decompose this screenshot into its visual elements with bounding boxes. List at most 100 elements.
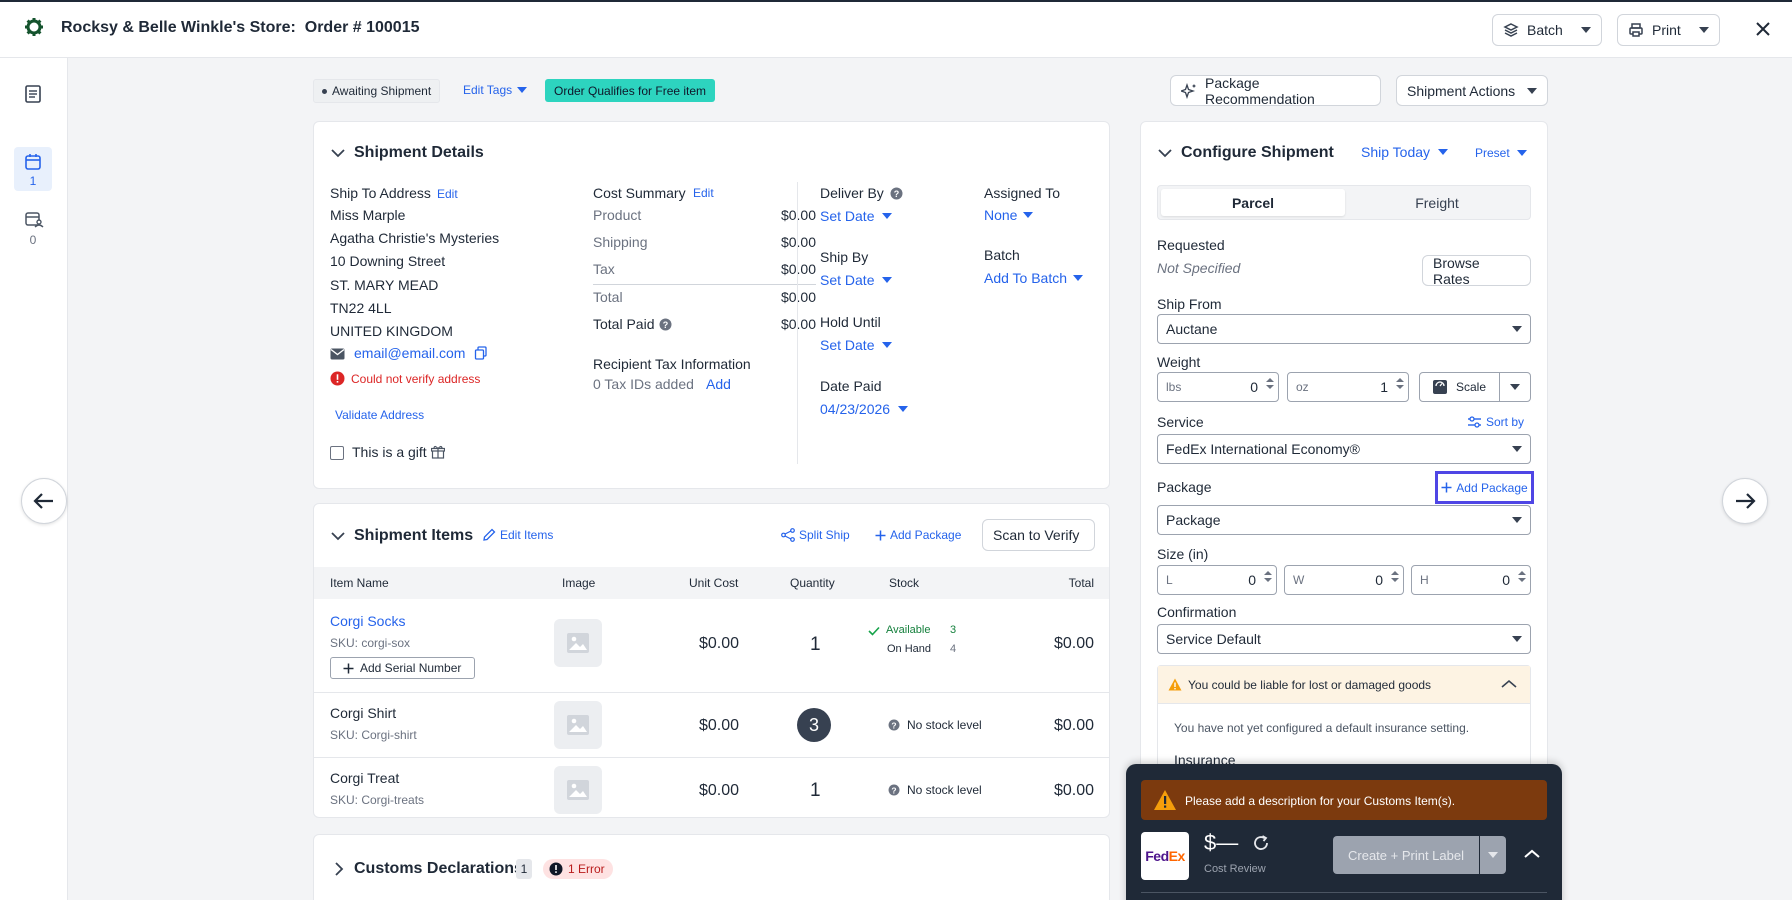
chevron-down-icon[interactable] [331,531,345,541]
chevron-down-icon [882,277,893,283]
item-name-link[interactable]: Corgi Socks [330,613,405,629]
length-input[interactable]: L 0 [1157,565,1277,595]
deliver-by-date-picker[interactable]: Set Date [820,208,893,224]
hold-until-date-picker[interactable]: Set Date [820,337,893,353]
add-package-items-button[interactable]: Add Package [875,528,961,542]
chevron-down-icon[interactable] [1158,148,1172,158]
shipment-actions-button[interactable]: Shipment Actions [1396,75,1548,106]
stepper-arrows[interactable] [1391,571,1399,582]
chevron-down-icon [1438,149,1449,155]
browse-rates-button[interactable]: Browse Rates [1422,254,1531,287]
date-paid-value: 04/23/2026 [820,401,891,417]
gift-checkbox[interactable] [330,446,344,460]
shipment-actions-label: Shipment Actions [1407,82,1516,99]
chevron-up-icon[interactable] [1501,679,1517,689]
next-order-button[interactable] [1722,478,1768,524]
stepper-arrows[interactable] [1266,378,1274,389]
page-title: Rocksy & Belle Winkle's Store: Order # 1… [61,19,420,36]
item-image [554,766,602,814]
preset-dropdown[interactable]: Preset [1475,146,1527,160]
edit-items-button[interactable]: Edit Items [482,528,553,542]
ship-today-dropdown[interactable]: Ship Today [1361,144,1449,160]
sidebar-item-user-calendar[interactable]: 0 [14,206,52,250]
previous-order-button[interactable] [21,478,67,524]
deliver-by-value: Set Date [820,208,875,224]
add-tax-id-link[interactable]: Add [706,376,731,392]
weight-oz-input[interactable]: oz 1 [1287,372,1409,402]
add-package-label: Add Package [890,528,962,542]
height-value: 0 [1502,572,1510,588]
validate-address-link[interactable]: Validate Address [335,408,424,422]
package-select[interactable]: Package [1157,505,1531,535]
error-count: 1 Error [568,862,605,876]
chevron-down-icon [517,87,528,93]
stepper-arrows[interactable] [1396,378,1404,389]
add-to-batch-dropdown[interactable]: Add To Batch [984,270,1084,286]
gear-icon[interactable] [24,17,44,37]
scale-label: Scale [1456,380,1487,394]
height-input[interactable]: H 0 [1411,565,1531,595]
tab-freight[interactable]: Freight [1345,189,1529,216]
document-icon[interactable] [24,84,42,104]
insurance-note: You have not yet configured a default in… [1174,721,1470,735]
tab-parcel[interactable]: Parcel [1161,189,1345,216]
svg-text:?: ? [891,785,896,795]
split-ship-button[interactable]: Split Ship [781,528,850,542]
package-recommendation-button[interactable]: Package Recommendation [1170,75,1381,107]
print-button[interactable]: Print [1617,14,1720,46]
edit-address-link[interactable]: Edit [437,187,458,201]
tax-ids-text: 0 Tax IDs added [593,376,694,392]
date-paid-picker[interactable]: 04/23/2026 [820,401,909,417]
chevron-down-icon[interactable] [331,148,345,158]
chevron-up-icon[interactable] [1524,849,1540,859]
image-placeholder-icon [566,632,590,654]
width-input[interactable]: W 0 [1284,565,1404,595]
browse-rates-label: Browse Rates [1433,254,1480,287]
edit-tags-button[interactable]: Edit Tags [463,83,528,97]
section-title: Shipment Items [354,527,474,544]
create-label-dropdown[interactable] [1480,836,1506,874]
weight-lbs-input[interactable]: lbs 0 [1157,372,1279,402]
edit-items-label: Edit Items [500,528,554,542]
info-icon[interactable]: ? [890,187,903,200]
scale-icon [1432,379,1448,395]
confirmation-select[interactable]: Service Default [1157,624,1531,654]
chevron-right-icon[interactable] [334,862,344,876]
ship-from-select[interactable]: Auctane [1157,314,1531,344]
scale-dropdown[interactable] [1500,373,1530,401]
close-icon[interactable] [1754,20,1772,38]
edit-cost-link[interactable]: Edit [693,186,714,200]
chevron-down-icon [1510,384,1520,390]
package-value: Package [1166,512,1221,528]
info-icon[interactable]: ? [659,318,672,331]
sort-by-button[interactable]: Sort by [1468,415,1524,429]
scan-to-verify-button[interactable]: Scan to Verify [982,519,1095,551]
count-badge: 1 [516,859,532,879]
add-serial-number-button[interactable]: Add Serial Number [330,657,475,679]
create-print-label-button[interactable]: Create + Print Label [1333,836,1479,874]
copy-icon[interactable] [474,346,488,360]
add-package-button[interactable]: Add Package [1435,471,1534,504]
insurance-warning-bar[interactable]: You could be liable for lost or damaged … [1158,666,1530,704]
email-link[interactable]: email@email.com [354,345,465,361]
scale-button[interactable]: Scale [1420,373,1500,401]
recipient-tax-label: Recipient Tax Information [593,356,751,372]
stepper-arrows[interactable] [1518,571,1526,582]
sidebar-item-calendar[interactable]: 1 [14,147,52,191]
ship-to-label: Ship To Address [330,185,431,201]
batch-button[interactable]: Batch [1492,14,1602,46]
chevron-down-icon [898,406,909,412]
chevron-down-icon [1512,517,1522,523]
column-header: Quantity [790,576,835,590]
ship-by-date-picker[interactable]: Set Date [820,272,893,288]
stepper-arrows[interactable] [1264,571,1272,582]
service-select[interactable]: FedEx International Economy® [1157,434,1531,464]
item-sku: SKU: Corgi-treats [330,793,425,807]
assigned-to-dropdown[interactable]: None [984,207,1034,223]
length-placeholder: L [1166,573,1173,587]
refresh-icon[interactable] [1252,834,1270,852]
shipment-items-card: Shipment Items Edit Items Split Ship Add… [313,503,1110,818]
fedex-logo-ex: Ex [1168,848,1186,864]
total-paid-value: $0.00 [780,316,816,332]
calendar-icon [24,153,42,171]
